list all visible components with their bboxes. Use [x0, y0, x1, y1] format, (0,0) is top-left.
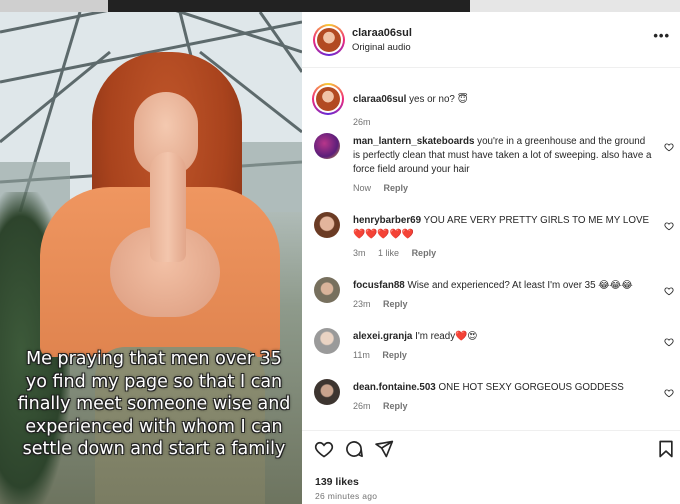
avatar[interactable] [312, 83, 344, 115]
comment-meta: Now Reply [353, 183, 418, 193]
comment-time: 26m [353, 401, 371, 411]
avatar[interactable] [314, 379, 340, 405]
comment-text: man_lantern_skateboards you're in a gree… [353, 135, 653, 177]
strip-segment [0, 0, 108, 12]
reply-button[interactable]: Reply [412, 248, 437, 258]
comment-username[interactable]: alexei.granja [353, 331, 412, 342]
heart-icon[interactable] [314, 439, 334, 459]
comment-meta: 11m Reply [353, 350, 417, 360]
avatar[interactable] [314, 133, 340, 159]
strip-segment [470, 0, 680, 12]
reply-button[interactable]: Reply [384, 183, 409, 193]
reply-button[interactable]: Reply [383, 401, 408, 411]
heart-icon[interactable] [664, 142, 674, 152]
reply-button[interactable]: Reply [382, 350, 407, 360]
browser-top-strip [0, 0, 680, 12]
post-actions: 139 likes 26 minutes ago [302, 430, 680, 504]
comment-username[interactable]: henrybarber69 [353, 215, 421, 226]
comment-username[interactable]: claraa06sul [353, 94, 406, 105]
heart-icon[interactable] [664, 337, 674, 347]
reply-button[interactable]: Reply [383, 299, 408, 309]
comment-text: dean.fontaine.503 ONE HOT SEXY GORGEOUS … [353, 381, 653, 395]
comment-icon[interactable] [344, 439, 364, 459]
post-header: claraa06sul Original audio ••• [302, 12, 680, 68]
comments-list[interactable]: claraa06sul yes or no? 😇 26m man_lantern… [302, 72, 680, 427]
comment-time: 23m [353, 299, 371, 309]
avatar[interactable] [314, 212, 340, 238]
avatar[interactable] [314, 328, 340, 354]
comment-text: alexei.granja I'm ready❤️😍 [353, 330, 653, 344]
comment-meta: 26m [353, 117, 381, 127]
comment-meta: 23m Reply [353, 299, 418, 309]
more-horizontal-icon[interactable]: ••• [653, 28, 670, 43]
video-caption-overlay: Me praying that men over 35 yo find my p… [17, 349, 291, 459]
comment-text: claraa06sul yes or no? 😇 [353, 93, 653, 107]
comment-time: 11m [353, 350, 370, 360]
send-icon[interactable] [374, 439, 394, 459]
comment-body: Wise and experienced? At least I'm over … [407, 280, 633, 291]
comment-meta: 26m Reply [353, 401, 418, 411]
post-media[interactable]: Me praying that men over 35 yo find my p… [0, 12, 302, 504]
bookmark-icon[interactable] [656, 439, 676, 459]
comment-meta: 3m 1 like Reply [353, 248, 446, 258]
avatar[interactable] [314, 277, 340, 303]
comment-text: henrybarber69 YOU ARE VERY PRETTY GIRLS … [353, 214, 653, 242]
comment-time: 26m [353, 117, 371, 127]
author-avatar[interactable] [313, 24, 345, 56]
heart-icon[interactable] [664, 221, 674, 231]
comment-time: 3m [353, 248, 366, 258]
comment-body: yes or no? 😇 [409, 94, 468, 105]
comment-text: focusfan88 Wise and experienced? At leas… [353, 279, 653, 293]
post-details-panel: claraa06sul Original audio ••• claraa06s… [302, 12, 680, 504]
strip-segment [108, 0, 470, 12]
subject-hands [150, 152, 186, 262]
comment-body: ONE HOT SEXY GORGEOUS GODDESS [438, 382, 624, 393]
heart-icon[interactable] [664, 286, 674, 296]
author-username[interactable]: claraa06sul [352, 27, 412, 39]
audio-label[interactable]: Original audio [352, 42, 411, 53]
post-timestamp[interactable]: 26 minutes ago [315, 491, 377, 501]
comment-username[interactable]: man_lantern_skateboards [353, 136, 474, 147]
comment-username[interactable]: dean.fontaine.503 [353, 382, 436, 393]
like-count[interactable]: 139 likes [315, 476, 359, 488]
comment-time: Now [353, 183, 372, 193]
comment-username[interactable]: focusfan88 [353, 280, 405, 291]
heart-icon[interactable] [664, 388, 674, 398]
comment-body: I'm ready❤️😍 [415, 331, 478, 342]
comment-likes[interactable]: 1 like [378, 248, 399, 258]
